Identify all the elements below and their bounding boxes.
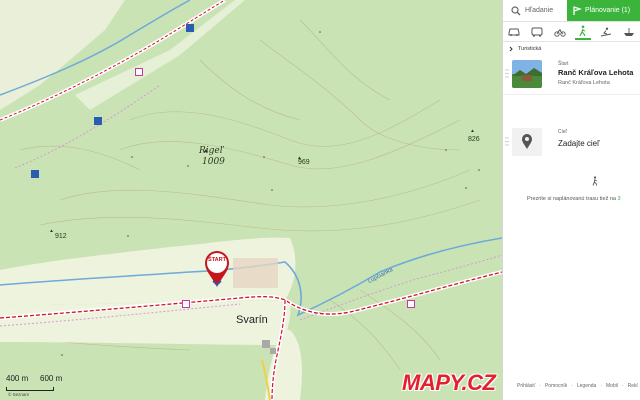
altitude-label: 969	[298, 159, 310, 166]
route-hint: Prezrite si naplánovanú trasu tiež na 3	[527, 196, 621, 202]
panel-tabs: Hľadanie Plánovanie (1)	[503, 0, 640, 22]
goal-pin-box	[512, 128, 542, 156]
footer-legend-link[interactable]: Legenda	[577, 383, 596, 389]
waypoint-start[interactable]: Štart Ranč Kráľova Lehota Ranč Kráľova L…	[503, 55, 640, 95]
drag-handle-icon[interactable]	[505, 69, 509, 78]
altitude-label: 912	[55, 233, 67, 240]
boat-mode-button[interactable]	[621, 24, 637, 40]
walk-icon	[592, 176, 598, 186]
location-pin-icon	[522, 134, 532, 149]
start-marker[interactable]: ŠTART	[203, 250, 231, 288]
transport-modes	[503, 22, 640, 42]
waypoint-goal[interactable]: Cieľ Zadajte cieľ	[503, 123, 640, 163]
car-mode-button[interactable]	[506, 24, 522, 40]
bus-mode-button[interactable]	[529, 24, 545, 40]
walk-mode-button[interactable]	[575, 24, 591, 40]
footer-login-link[interactable]: Prihlásiť	[517, 383, 535, 389]
start-photo	[512, 60, 542, 88]
start-subtitle: Ranč Kráľova Lehota	[558, 80, 610, 86]
start-name: Ranč Kráľova Lehota	[558, 68, 634, 77]
chevron-right-icon	[509, 46, 513, 51]
village-label: Svarín	[236, 314, 268, 326]
bus-stop-icon	[94, 112, 102, 125]
bus-stop-icon	[186, 19, 194, 32]
panel-footer: Prihlásiť · Pomocník · Legenda · Mobil · Rek…	[517, 383, 638, 389]
route-flag-icon	[573, 5, 582, 15]
tab-search[interactable]: Hľadanie	[503, 0, 567, 21]
start-label: ŠTART	[208, 257, 226, 263]
footer-mobile-link[interactable]: Mobil	[606, 383, 618, 389]
goal-caption: Cieľ	[558, 129, 567, 135]
bike-mode-button[interactable]	[552, 24, 568, 40]
footer-ads-link[interactable]: Rekl	[628, 383, 638, 389]
map-canvas[interactable]: Rigeľ 1009 969 826 912 Ľupčianka Svarín …	[0, 0, 502, 400]
walk-icon	[579, 25, 586, 36]
trail-sign-icon	[182, 295, 190, 308]
goal-input[interactable]: Zadajte cieľ	[558, 139, 599, 148]
tab-planning-label: Plánovanie (1)	[585, 7, 631, 14]
bus-stop-icon	[31, 165, 39, 178]
tab-planning[interactable]: Plánovanie (1)	[567, 0, 640, 21]
start-caption: Štart	[558, 61, 569, 67]
ski-icon	[600, 27, 612, 36]
drag-handle-icon[interactable]	[505, 137, 509, 146]
route-type-selector[interactable]: Turistická	[503, 42, 640, 55]
mapy-logo[interactable]: MAPY.CZ	[402, 370, 496, 396]
scale-label-right: 600 m	[40, 374, 63, 383]
car-icon	[508, 28, 520, 36]
route-hint-link[interactable]: 3	[618, 196, 621, 202]
scale-bar	[6, 387, 54, 391]
map-terrain	[0, 0, 502, 400]
tab-search-label: Hľadanie	[525, 7, 554, 14]
route-hint-text: Prezrite si naplánovanú trasu tiež na	[527, 196, 616, 202]
peak-altitude-label: 1009	[202, 157, 225, 167]
scale-label-left: 400 m	[6, 374, 29, 383]
bike-icon	[554, 28, 566, 37]
footer-help-link[interactable]: Pomocník	[545, 383, 567, 389]
ski-mode-button[interactable]	[598, 24, 614, 40]
search-icon	[511, 5, 521, 15]
copyright-text: © Seznam	[8, 392, 30, 397]
trail-sign-icon	[135, 63, 143, 76]
altitude-label: 826	[468, 136, 480, 143]
peak-name-label: Rigeľ	[199, 146, 224, 156]
route-type-label: Turistická	[518, 45, 542, 52]
trail-sign-icon	[407, 295, 415, 308]
bus-icon	[531, 27, 543, 37]
boat-icon	[624, 27, 634, 36]
